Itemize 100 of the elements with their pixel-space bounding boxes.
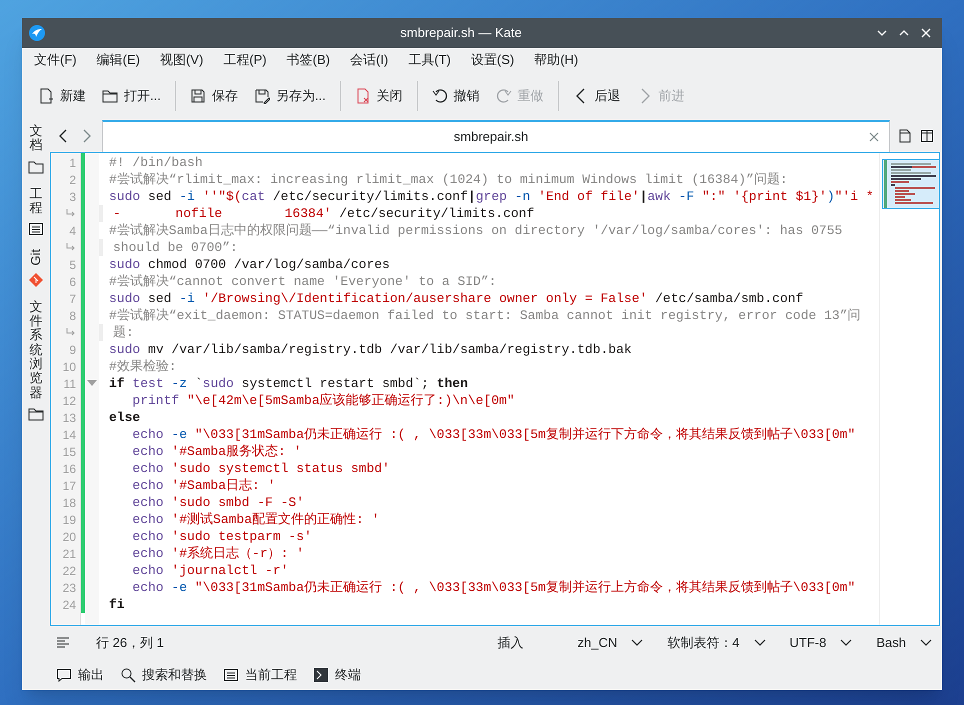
line-number: 13: [62, 410, 76, 426]
folder-icon: [28, 406, 44, 422]
code-line: echo '#测试Samba配置文件的正确性: ': [131, 511, 380, 528]
line-number: 4: [69, 222, 76, 240]
menu-item[interactable]: 书签(B): [276, 48, 340, 72]
line-number: 17: [62, 478, 76, 494]
undo-icon: [432, 88, 448, 104]
back-icon[interactable]: [58, 129, 68, 143]
code-line: #尝试解决“rlimit_max: increasing rlimit_max (1024) to minimum Windows limit (16384)”问题:: [108, 171, 788, 188]
code-editor[interactable]: [50, 152, 940, 626]
line-number: 24: [62, 596, 76, 614]
document-icon[interactable]: [898, 129, 912, 143]
code-line: #尝试解决“exit_daemon: STATUS=daemon failed to start: Samba cannot init registry, error code 13”问: [108, 307, 861, 324]
wrap-icon: [66, 209, 76, 218]
menu-item[interactable]: 视图(V): [150, 48, 214, 72]
sidebar-tab[interactable]: 文件系统浏览器: [30, 300, 42, 400]
menu-item[interactable]: 编辑(E): [86, 48, 150, 72]
wrap-icon: [66, 328, 76, 337]
word-wrap-icon[interactable]: [56, 637, 70, 649]
search-icon: [120, 667, 136, 683]
line-number: 7: [69, 290, 76, 308]
menu-item[interactable]: 帮助(H): [524, 48, 588, 72]
line-number: 21: [62, 546, 76, 562]
toolbar-button[interactable]: 另存为...: [246, 80, 334, 112]
line-number: 3: [69, 188, 76, 206]
code-line: sudo mv /var/lib/samba/registry.tdb /var/lib/samba/registry.tdb.bak: [108, 341, 632, 358]
window-title: smbrepair.sh — Kate: [400, 24, 522, 42]
code-line: fi: [108, 596, 125, 613]
line-number: 19: [62, 512, 76, 528]
code-line: echo 'journalctl -r': [131, 562, 288, 579]
line-number: 6: [69, 274, 76, 290]
code-line: if test -z `sudo systemctl restart smbd`; then: [108, 375, 468, 392]
toolbar-button[interactable]: 撤销: [424, 80, 488, 112]
save-as-icon: [254, 88, 270, 104]
status-dropdown[interactable]: zh_CN: [570, 633, 652, 653]
line-number: 12: [62, 392, 76, 410]
line-number: 18: [62, 494, 76, 512]
menu-item[interactable]: 工程(P): [213, 48, 277, 72]
line-number: 9: [69, 342, 76, 358]
caret-icon: [840, 639, 852, 647]
line-number: 23: [62, 580, 76, 596]
input-mode[interactable]: 插入: [498, 633, 524, 653]
code-line: echo '#Samba日志: ': [131, 477, 276, 494]
toolbar-button[interactable]: 关闭: [346, 80, 411, 112]
line-number: 15: [62, 444, 76, 460]
line-number: 2: [69, 172, 76, 188]
tool-view-button[interactable]: 当前工程: [223, 665, 297, 685]
split-view-icon[interactable]: [920, 129, 934, 143]
code-line: else: [108, 409, 140, 426]
sidebar-tab[interactable]: Git: [26, 249, 46, 266]
code-line: - nofile 16384' /etc/security/limits.conf: [99, 205, 534, 222]
list-icon: [223, 667, 239, 683]
line-number: 11: [64, 376, 76, 392]
code-line: should be 0700”:: [99, 239, 238, 256]
tool-view-button[interactable]: 搜索和替换: [120, 665, 207, 685]
line-number: 20: [62, 528, 76, 546]
line-number: 10: [62, 358, 76, 376]
menu-item[interactable]: 文件(F): [24, 48, 87, 72]
code-line: echo '#Samba服务状态: ': [131, 443, 302, 460]
code-line: #尝试解决“cannot convert name 'Everyone' to a SID”:: [108, 273, 496, 290]
code-line: echo 'sudo testparm -s': [131, 528, 312, 545]
app-icon: [28, 24, 46, 42]
code-line: echo '#系统日志（-r）: ': [131, 545, 304, 562]
list-icon: [28, 221, 44, 238]
menu-item[interactable]: 设置(S): [460, 48, 524, 72]
status-dropdown[interactable]: UTF-8: [782, 633, 860, 653]
menu-item[interactable]: 工具(T): [398, 48, 461, 72]
forward-icon[interactable]: [82, 129, 92, 143]
close-icon[interactable]: [869, 132, 879, 142]
code-line: printf "\e[42m\e[5mSamba应该能够正确运行了:)\n\e[0m": [131, 392, 515, 409]
status-dropdown[interactable]: 软制表符：4: [659, 633, 774, 653]
close-document-icon: [354, 88, 371, 104]
minimap-drawing[interactable]: [882, 159, 939, 209]
caret-icon: [754, 639, 766, 647]
folder-icon: [28, 158, 44, 175]
toolbar-button[interactable]: 后退: [564, 80, 629, 112]
status-dropdown[interactable]: Bash: [868, 633, 940, 653]
folder-icon: [102, 88, 118, 104]
cursor-position[interactable]: 行 26，列 1: [96, 633, 498, 653]
code-line: echo -e "\033[31mSamba仍未正确运行 :( , \033[33m\033[5m复制并运行上方命令，将其结果反馈到帖子\033[0m": [131, 579, 856, 596]
sidebar-tab[interactable]: 文档: [30, 124, 42, 153]
code-line: #! /bin/bash: [108, 154, 203, 171]
line-number: 22: [62, 562, 76, 580]
terminal-icon: [313, 667, 329, 683]
editor-tab[interactable]: smbrepair.sh: [102, 120, 890, 152]
menu-item[interactable]: 会话(I): [340, 48, 398, 72]
caret-icon: [631, 639, 644, 647]
toolbar-button[interactable]: 保存: [182, 80, 246, 112]
caret-icon: [920, 639, 932, 647]
sidebar-tab[interactable]: 工程: [30, 186, 42, 216]
toolbar-button[interactable]: 打开...: [94, 80, 169, 112]
line-number: 5: [69, 256, 76, 274]
line-number: 16: [62, 460, 76, 478]
redo-icon: [496, 88, 512, 104]
code-line: #效果检验:: [108, 358, 177, 375]
tool-view-button[interactable]: 输出: [56, 665, 104, 685]
toolbar-button[interactable]: 新建: [30, 80, 94, 112]
code-line: sudo sed -i '/Browsing\/Identification/ausershare owner only = False' /etc/samba/smb.conf: [108, 290, 804, 307]
save-icon: [190, 88, 206, 104]
tool-view-button[interactable]: 终端: [313, 665, 361, 685]
